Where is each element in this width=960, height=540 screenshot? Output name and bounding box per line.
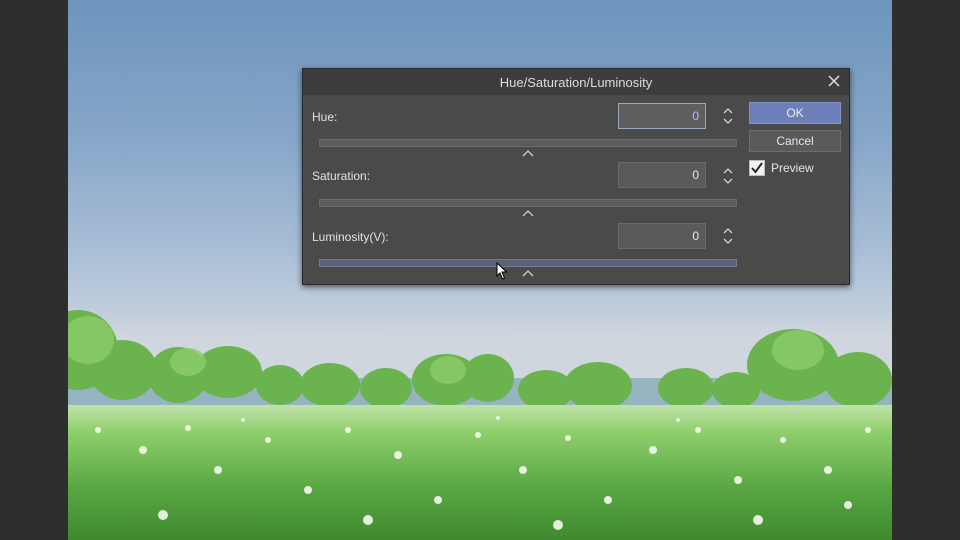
luminosity-label: Luminosity(V): [312,230,389,244]
saturation-slider[interactable] [319,199,737,207]
saturation-spin-arrows-icon[interactable] [721,165,735,187]
hue-slider[interactable] [319,139,737,147]
hue-slider-caret-icon[interactable] [522,149,534,157]
luminosity-slider[interactable] [319,259,737,267]
hue-input[interactable] [618,103,706,129]
mouse-cursor-icon [496,262,508,280]
dialog-titlebar[interactable]: Hue/Saturation/Luminosity [303,69,849,95]
preview-label: Preview [771,161,814,175]
checkmark-icon [751,162,763,174]
saturation-slider-caret-icon[interactable] [522,209,534,217]
hue-label: Hue: [312,110,338,124]
ok-button[interactable]: OK [749,102,841,124]
dialog-title: Hue/Saturation/Luminosity [499,75,653,90]
hue-saturation-luminosity-dialog: Hue/Saturation/Luminosity Hue: Saturatio… [302,68,850,285]
luminosity-slider-caret-icon[interactable] [522,269,534,277]
right-workspace-margin [892,0,960,540]
close-icon[interactable] [825,72,843,90]
preview-checkbox[interactable] [749,160,765,176]
cancel-button[interactable]: Cancel [749,130,841,152]
hue-spin-arrows-icon[interactable] [721,105,735,127]
luminosity-spin-arrows-icon[interactable] [721,225,735,247]
saturation-input[interactable] [618,162,706,188]
luminosity-input[interactable] [618,223,706,249]
saturation-label: Saturation: [312,169,371,183]
left-workspace-margin [0,0,68,540]
